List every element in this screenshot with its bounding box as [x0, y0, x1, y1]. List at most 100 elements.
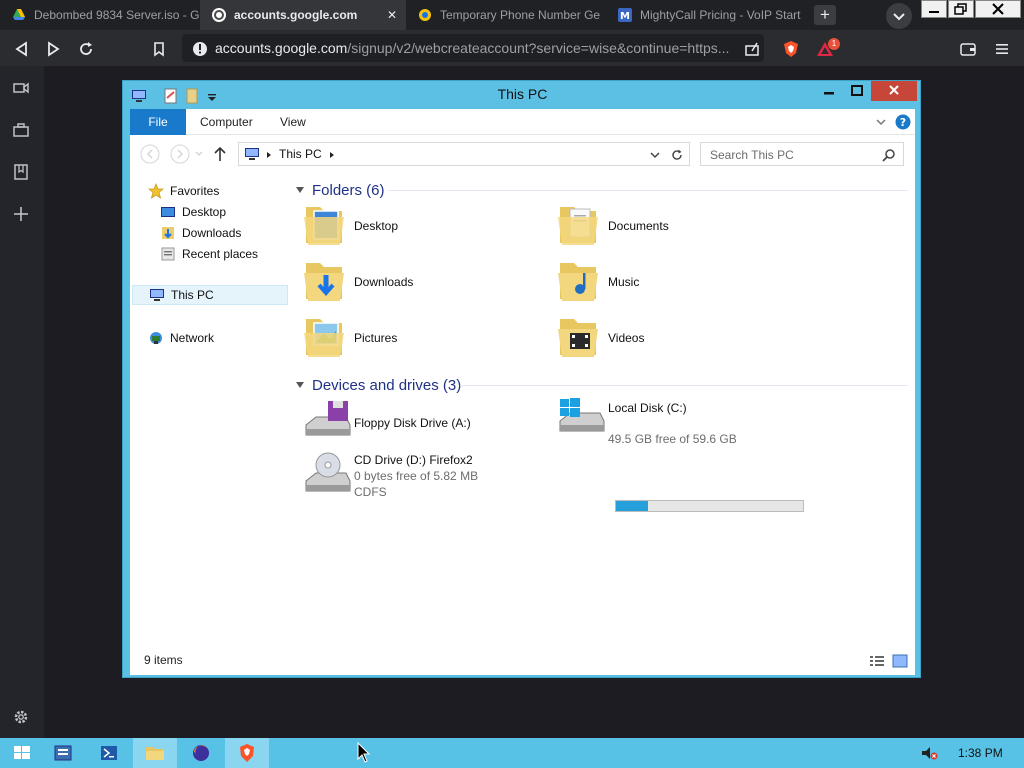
nav-label: Downloads [182, 226, 242, 240]
folder-music[interactable]: Music [556, 255, 796, 307]
video-icon[interactable] [12, 79, 30, 97]
bookmark-icon[interactable] [150, 40, 168, 58]
drive-cd-d[interactable]: CD Drive (D:) Firefox2 0 bytes free of 5… [302, 451, 562, 511]
folder-desktop[interactable]: Desktop [302, 199, 542, 251]
folder-pictures[interactable]: Pictures [302, 311, 542, 363]
windows-logo-icon [14, 746, 30, 759]
disk-usage-bar [615, 500, 804, 512]
nav-this-pc[interactable]: This PC [132, 285, 288, 305]
help-icon[interactable]: ? [895, 114, 911, 130]
nav-recent-places[interactable]: Recent places [160, 244, 258, 264]
group-divider [460, 385, 908, 386]
tab-temporary-phone[interactable]: Temporary Phone Number Ge [406, 0, 606, 30]
reading-list-icon[interactable] [12, 163, 30, 181]
taskbar-brave[interactable] [225, 738, 269, 768]
expand-ribbon-icon[interactable] [875, 116, 887, 128]
forward-icon[interactable] [44, 40, 62, 58]
address-dropdown-icon[interactable] [649, 149, 661, 161]
nav-label: Favorites [170, 184, 220, 198]
large-icons-view-icon[interactable] [892, 654, 908, 668]
google-drive-icon [13, 9, 25, 20]
minimize-browser-button[interactable] [921, 0, 947, 18]
powershell-icon [101, 746, 117, 760]
close-window-button[interactable] [871, 81, 917, 101]
nav-label: Network [170, 331, 215, 345]
drive-name: CD Drive (D:) Firefox2 [354, 453, 473, 467]
maximize-window-button[interactable] [843, 81, 871, 101]
taskbar-clock[interactable]: 1:38 PM [958, 746, 1003, 760]
add-icon[interactable] [12, 205, 30, 223]
close-icon [992, 3, 1004, 15]
browser-tab-strip: Debombed 9834 Server.iso - G accounts.go… [0, 0, 1024, 30]
drive-floppy-a[interactable]: Floppy Disk Drive (A:) [302, 399, 542, 449]
drive-name: Floppy Disk Drive (A:) [354, 416, 471, 430]
back-arrow-icon[interactable] [140, 144, 160, 164]
collapse-icon[interactable] [296, 187, 304, 193]
details-view-icon[interactable] [869, 654, 885, 668]
settings-gear-icon[interactable] [12, 708, 30, 726]
recent-locations-icon[interactable] [195, 150, 203, 158]
tab-computer[interactable]: Computer [200, 109, 253, 135]
tab-title: MightyCall Pricing - VoIP Start [640, 8, 801, 22]
taskbar-firefox[interactable] [179, 738, 223, 768]
drive-local-c[interactable]: Local Disk (C:) 49.5 GB free of 59.6 GB [556, 395, 836, 447]
menu-icon[interactable] [993, 40, 1011, 58]
tab-search-button[interactable] [886, 3, 912, 29]
folder-downloads[interactable]: Downloads [302, 255, 542, 307]
address-box[interactable]: This PC [238, 142, 690, 166]
nav-network[interactable]: Network [148, 328, 214, 348]
reload-icon[interactable] [77, 40, 95, 58]
volume-muted-icon[interactable] [919, 743, 939, 763]
pictures-folder-icon [304, 319, 344, 357]
tab-file[interactable]: File [130, 109, 186, 135]
refresh-icon[interactable] [670, 148, 684, 162]
taskbar-file-explorer[interactable] [133, 738, 177, 768]
devices-group-header[interactable]: Devices and drives (3) [296, 375, 461, 395]
nav-label: This PC [171, 288, 214, 302]
firefox-icon [193, 745, 209, 761]
folder-name: Music [608, 275, 640, 289]
tab-title: accounts.google.com [234, 8, 358, 22]
nav-desktop[interactable]: Desktop [160, 202, 226, 222]
new-tab-button[interactable]: + [814, 5, 836, 25]
brave-shields-icon[interactable] [782, 40, 800, 58]
restore-browser-button[interactable] [948, 0, 974, 18]
desktop-icon [161, 207, 175, 217]
folder-documents[interactable]: Documents [556, 199, 796, 251]
site-info-icon[interactable] [191, 40, 209, 58]
local-disk-windows-icon [559, 398, 605, 432]
tab-title: Debombed 9834 Server.iso - G [34, 8, 200, 22]
close-icon [889, 85, 899, 95]
nav-favorites[interactable]: Favorites [148, 181, 219, 201]
tab-view[interactable]: View [280, 109, 306, 135]
server-manager-icon [54, 745, 72, 761]
collapse-icon[interactable] [296, 382, 304, 388]
forward-arrow-icon[interactable] [170, 144, 190, 164]
search-box[interactable]: Search This PC [700, 142, 904, 166]
breadcrumb-arrow-icon[interactable] [328, 151, 336, 159]
url-text: accounts.google.com/signup/v2/webcreatea… [215, 40, 729, 56]
close-browser-button[interactable] [975, 0, 1021, 18]
search-input[interactable]: Search This PC [710, 148, 794, 162]
tab-accounts-google[interactable]: accounts.google.com ✕ [200, 0, 406, 30]
back-icon[interactable] [13, 40, 31, 58]
breadcrumb-this-pc[interactable]: This PC [279, 147, 322, 161]
minimize-window-button[interactable] [815, 81, 843, 101]
wallet-icon[interactable] [959, 40, 977, 58]
start-button[interactable] [0, 738, 44, 768]
briefcase-icon[interactable] [12, 121, 30, 139]
videos-folder-icon [558, 319, 598, 357]
close-tab-icon[interactable]: ✕ [384, 7, 400, 23]
share-icon[interactable] [743, 40, 761, 58]
breadcrumb-arrow-icon[interactable] [265, 151, 273, 159]
disk-usage-fill [616, 501, 648, 511]
taskbar-server-manager[interactable] [41, 738, 85, 768]
folder-videos[interactable]: Videos [556, 311, 796, 363]
tab-debombed-server[interactable]: Debombed 9834 Server.iso - G [0, 0, 200, 30]
up-arrow-icon[interactable] [213, 146, 227, 162]
tab-mightycall-pricing[interactable]: M MightyCall Pricing - VoIP Start [606, 0, 804, 30]
search-icon[interactable] [882, 148, 896, 162]
taskbar-powershell[interactable] [87, 738, 131, 768]
nav-downloads[interactable]: Downloads [160, 223, 241, 243]
folders-group-header[interactable]: Folders (6) [296, 180, 385, 200]
